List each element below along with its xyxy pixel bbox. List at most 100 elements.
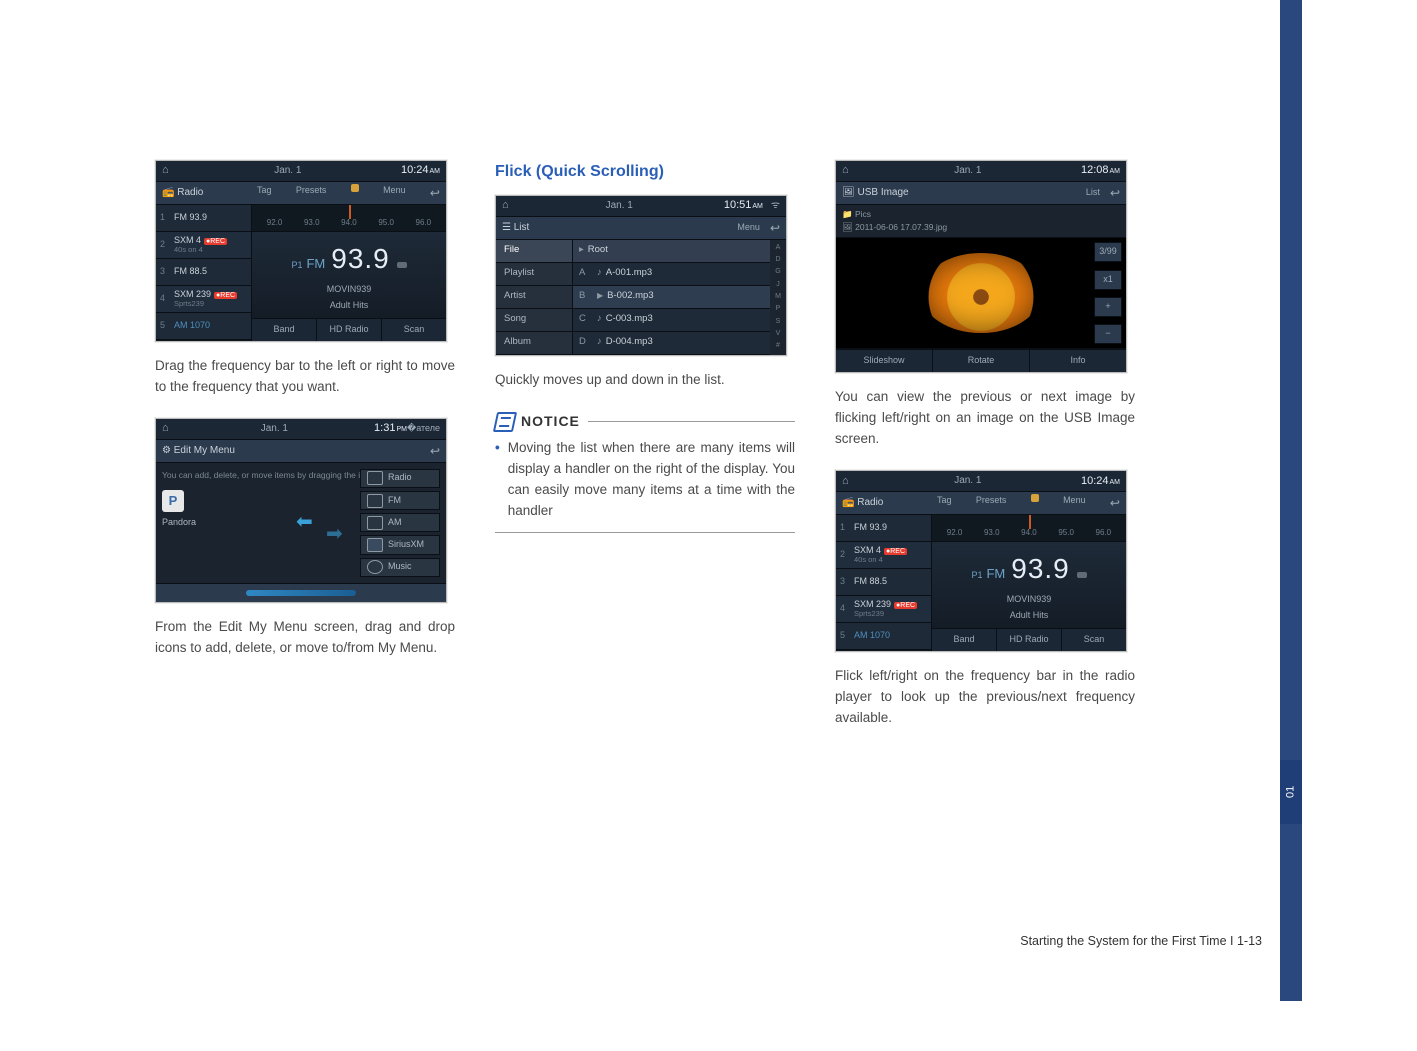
file-row: DD-004.mp3 (573, 332, 770, 355)
home-icon (162, 420, 175, 437)
tab-tag: Tag (257, 184, 272, 203)
btn-slideshow: Slideshow (836, 350, 932, 372)
tick: 93.0 (304, 217, 320, 229)
note-icon (597, 312, 606, 327)
btn-scan: Scan (381, 319, 446, 341)
status-date: Jan. 1 (855, 473, 1081, 489)
caption-radio-flick: Flick left/right on the frequency bar in… (835, 666, 1135, 729)
now-preset: P1 (971, 570, 982, 580)
home-icon (502, 197, 515, 214)
emm-target-list: Radio FM AM SiriusXM Music (360, 469, 440, 577)
column-1: Jan. 1 10:24AM 📻 Radio Tag Presets Menu … (155, 160, 455, 1051)
rec-badge: ●REC (214, 292, 237, 299)
status-date: Jan. 1 (515, 198, 724, 214)
statusbar: Jan. 1 12:08AM (836, 161, 1126, 182)
caption-edit-my-menu: From the Edit My Menu screen, drag and d… (155, 617, 455, 659)
radio-main: 92.0 93.0 94.0 95.0 96.0 P1FM93.9 MOVIN9… (932, 515, 1126, 651)
btn-hdradio: HD Radio (996, 629, 1061, 651)
status-time: 10:24AM (401, 162, 440, 179)
wifi-icon: �ателе (407, 422, 440, 436)
caption-usb-flick: You can view the previous or next image … (835, 387, 1135, 450)
file-row: CC-003.mp3 (573, 309, 770, 332)
tab-presets: Presets (976, 494, 1007, 513)
statusbar: Jan. 1 10:24AM (836, 471, 1126, 492)
cat-playlist: Playlist (496, 263, 572, 286)
screenshot-edit-my-menu: Jan. 1 1:31PM �ателе ⚙ Edit My Menu You … (155, 418, 447, 603)
tick: 92.0 (947, 527, 963, 539)
radio-icon (367, 471, 383, 485)
crumb-folder: Pics (855, 209, 871, 219)
tick: 95.0 (1058, 527, 1074, 539)
slot-fm: FM (360, 491, 440, 510)
notice-rule (588, 421, 795, 422)
now-playing: P1FM93.9 MOVIN939 Adult Hits (932, 542, 1126, 628)
zoom-in-icon: + (1094, 297, 1122, 317)
statusbar: Jan. 1 1:31PM �ателе (156, 419, 446, 440)
station-name: MOVIN939 (1007, 593, 1052, 607)
preset-5: 5AM 1070 (836, 623, 931, 650)
index-handler: ADGJMPSV# (770, 240, 786, 355)
file-row: BB-002.mp3 (573, 286, 770, 309)
screenshot-list-flick: Jan. 1 10:51AM ᯤ ☰ List Menu File Playli… (495, 195, 787, 356)
status-date: Jan. 1 (175, 421, 374, 437)
flower-image (921, 253, 1041, 333)
tick: 92.0 (267, 217, 283, 229)
rec-badge: ●REC (894, 602, 917, 609)
slot-music: Music (360, 558, 440, 577)
radio-body: 1FM 93.9 2SXM 4●REC40s on 4 3FM 88.5 4SX… (156, 205, 446, 341)
zoom-out-icon: − (1094, 324, 1122, 344)
hd-indicator-icon (351, 184, 359, 192)
statusbar: Jan. 1 10:51AM ᯤ (496, 196, 786, 217)
notice-header: NOTICE (495, 411, 795, 433)
cat-song: Song (496, 309, 572, 332)
slot-am: AM (360, 513, 440, 532)
file-row: AA-001.mp3 (573, 263, 770, 286)
btn-band: Band (252, 319, 316, 341)
screen-title: Radio (177, 187, 203, 198)
hd-icon (397, 262, 407, 268)
screenshot-radio-drag: Jan. 1 10:24AM 📻 Radio Tag Presets Menu … (155, 160, 447, 342)
back-icon (430, 442, 440, 461)
slot-radio: Radio (360, 469, 440, 488)
station-genre: Adult Hits (330, 299, 369, 313)
note-icon (597, 266, 606, 281)
radio-body: 1FM 93.9 2SXM 4●REC40s on 4 3FM 88.5 4SX… (836, 515, 1126, 651)
btn-info: Info (1029, 350, 1126, 372)
arrow-left-icon: ⬅ (296, 507, 313, 538)
screen-title: List (514, 222, 530, 233)
status-date: Jan. 1 (855, 163, 1081, 179)
caption-quick-scroll: Quickly moves up and down in the list. (495, 370, 795, 391)
rec-badge: ●REC (884, 548, 907, 555)
now-frequency: 93.9 (331, 243, 390, 274)
now-playing: P1FM93.9 MOVIN939 Adult Hits (252, 232, 446, 318)
notice-bottom-rule (495, 532, 795, 533)
now-band: FM (306, 256, 325, 271)
music-icon (367, 560, 383, 574)
radio-header: 📻 Radio Tag Presets Menu (836, 492, 1126, 515)
list-body: File Playlist Artist Song Album ▸Root AA… (496, 240, 786, 355)
screen-title: USB Image (857, 187, 908, 198)
station-name: MOVIN939 (327, 283, 372, 297)
preset-2: 2SXM 4●REC40s on 4 (156, 232, 251, 259)
preset-3: 3FM 88.5 (156, 259, 251, 286)
home-icon (842, 473, 855, 490)
tab-menu: Menu (1063, 494, 1086, 513)
btn-list: List (1086, 186, 1100, 200)
now-band: FM (986, 566, 1005, 581)
screenshot-usb-image: Jan. 1 12:08AM 🖼 USB Image List 📁 Pics 🖼… (835, 160, 1127, 373)
home-icon (162, 162, 175, 179)
tick: 93.0 (984, 527, 1000, 539)
screenshot-radio-flick: Jan. 1 10:24AM 📻 Radio Tag Presets Menu … (835, 470, 1127, 652)
image-viewer: 3/99 x1 + − (836, 238, 1126, 349)
emm-header: ⚙ Edit My Menu (156, 440, 446, 463)
preset-list: 1FM 93.9 2SXM 4●REC40s on 4 3FM 88.5 4SX… (836, 515, 932, 651)
viewer-side-controls: 3/99 x1 + − (1094, 238, 1122, 348)
cat-album: Album (496, 332, 572, 355)
note-icon (597, 335, 606, 350)
radio-footer: Band HD Radio Scan (932, 628, 1126, 651)
heading-flick: Flick (Quick Scrolling) (495, 160, 795, 185)
frequency-bar: 92.0 93.0 94.0 95.0 96.0 (252, 205, 446, 232)
now-frequency: 93.9 (1011, 553, 1070, 584)
btn-rotate: Rotate (932, 350, 1029, 372)
cat-file: File (496, 240, 572, 263)
